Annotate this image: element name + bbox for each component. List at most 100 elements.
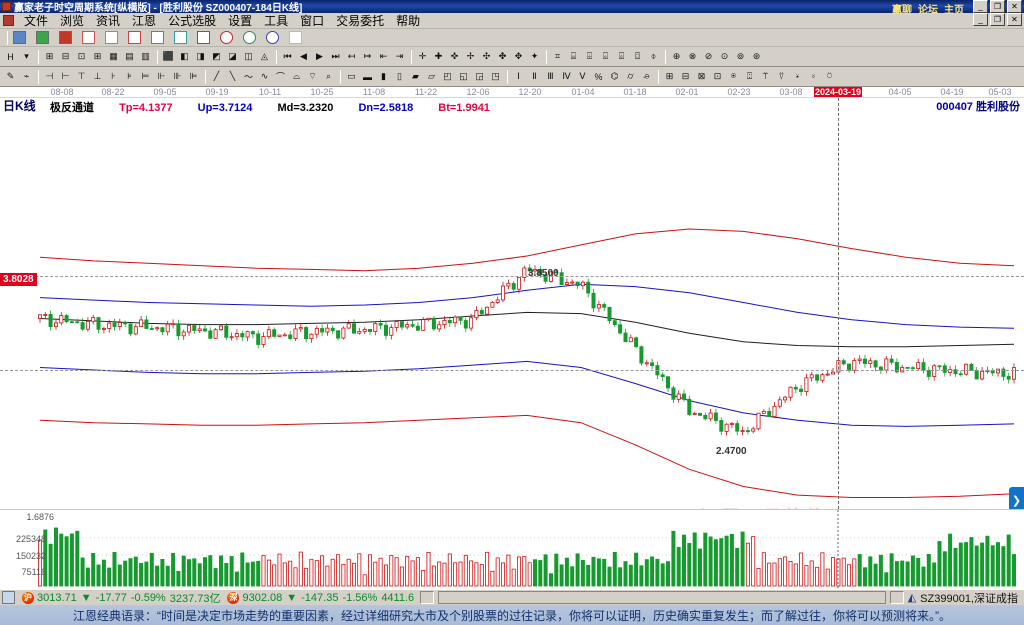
draw2-btn-1-4[interactable]: ⊦	[106, 69, 121, 84]
draw2-btn-4-5[interactable]: %	[591, 69, 606, 84]
toolbar-button-quotes[interactable]	[11, 31, 34, 44]
draw1-btn-3-7[interactable]: ⇥	[392, 49, 407, 64]
draw1-btn-5-5[interactable]: ⌼	[630, 49, 645, 64]
draw1-btn-5-0[interactable]: ⌗	[550, 49, 565, 64]
draw2-btn-3-0[interactable]: ▭	[344, 69, 359, 84]
app-close-button[interactable]: ✕	[1007, 0, 1022, 13]
draw2-btn-1-8[interactable]: ⊪	[170, 69, 185, 84]
draw2-btn-2-7[interactable]: ⌕	[321, 69, 336, 84]
draw2-btn-2-6[interactable]: ⌔	[305, 69, 320, 84]
header-link-forum[interactable]: 论坛	[918, 1, 938, 16]
draw2-btn-5-7[interactable]: ⍢	[774, 69, 789, 84]
draw1-btn-3-2[interactable]: ▶	[312, 49, 327, 64]
draw2-btn-4-8[interactable]: ⌮	[639, 69, 654, 84]
draw1-btn-3-6[interactable]: ⇤	[376, 49, 391, 64]
draw2-btn-4-3[interactable]: Ⅳ	[559, 69, 574, 84]
toolbar-button-9p-square[interactable]	[103, 31, 126, 44]
toolbar-button-kline[interactable]	[57, 31, 80, 44]
draw1-btn-0-0[interactable]: H	[3, 49, 18, 64]
toolbar-button-t-number-table[interactable]	[195, 31, 218, 44]
header-link-home[interactable]: 主页	[944, 1, 964, 16]
scroll-right-button[interactable]	[889, 591, 904, 604]
draw2-btn-0-0[interactable]: ✎	[3, 69, 18, 84]
draw1-btn-2-1[interactable]: ◧	[177, 49, 192, 64]
draw1-btn-6-4[interactable]: ⊚	[733, 49, 748, 64]
draw1-btn-5-3[interactable]: ⌺	[598, 49, 613, 64]
draw2-btn-2-4[interactable]: ⌒	[273, 69, 288, 84]
toolbar-button-t-square[interactable]	[149, 31, 172, 44]
draw1-btn-5-2[interactable]: ⌹	[582, 49, 597, 64]
draw2-btn-4-7[interactable]: ⌭	[623, 69, 638, 84]
draw1-btn-3-1[interactable]: ◀	[296, 49, 311, 64]
draw2-btn-1-1[interactable]: ⊢	[58, 69, 73, 84]
draw2-btn-2-0[interactable]: ╱	[209, 69, 224, 84]
chart-area[interactable]: 08-08 08-22 09-05 09-19 10-11 10-25 11-08 11-22…	[0, 87, 1024, 509]
menu-item-window[interactable]: 窗口	[294, 11, 330, 30]
draw1-btn-6-5[interactable]: ⊛	[749, 49, 764, 64]
draw1-btn-4-4[interactable]: ✣	[479, 49, 494, 64]
draw2-btn-5-0[interactable]: ⊞	[662, 69, 677, 84]
draw2-btn-0-1[interactable]: ⌁	[19, 69, 34, 84]
draw1-btn-6-1[interactable]: ⊗	[685, 49, 700, 64]
draw1-btn-1-4[interactable]: ▦	[106, 49, 121, 64]
draw2-btn-3-3[interactable]: ▯	[392, 69, 407, 84]
draw1-btn-2-0[interactable]: ⬛	[161, 49, 176, 64]
draw2-btn-5-10[interactable]: ⍥	[822, 69, 837, 84]
draw2-btn-5-2[interactable]: ⊠	[694, 69, 709, 84]
draw2-btn-1-2[interactable]: ⊤	[74, 69, 89, 84]
draw1-btn-6-2[interactable]: ⊘	[701, 49, 716, 64]
minimize-button[interactable]: _	[973, 13, 988, 26]
toolbar-button-gann-wheel[interactable]	[218, 31, 241, 44]
draw1-btn-1-3[interactable]: ⊞	[90, 49, 105, 64]
draw2-btn-1-5[interactable]: ⊧	[122, 69, 137, 84]
restore-button[interactable]: ❐	[990, 13, 1005, 26]
toolbar-button-hexagon[interactable]	[264, 31, 287, 44]
grid-icon[interactable]	[2, 591, 15, 604]
close-button[interactable]: ✕	[1007, 13, 1022, 26]
toolbar-button-winner-wheel[interactable]	[241, 31, 264, 44]
draw1-btn-4-7[interactable]: ✦	[527, 49, 542, 64]
draw2-btn-5-9[interactable]: ⍤	[806, 69, 821, 84]
volume-panel[interactable]: 1.6876 225348 150232 75116	[0, 509, 1024, 589]
draw2-btn-3-8[interactable]: ◲	[472, 69, 487, 84]
draw2-btn-4-0[interactable]: Ⅰ	[511, 69, 526, 84]
draw1-btn-5-6[interactable]: ⌽	[646, 49, 661, 64]
draw2-btn-4-4[interactable]: Ⅴ	[575, 69, 590, 84]
draw2-btn-3-4[interactable]: ▰	[408, 69, 423, 84]
draw1-btn-4-0[interactable]: ✛	[415, 49, 430, 64]
toolbar-button-p-number-table[interactable]	[126, 31, 149, 44]
draw1-btn-5-1[interactable]: ⌸	[566, 49, 581, 64]
app-minimize-button[interactable]: _	[973, 0, 988, 13]
draw2-btn-1-9[interactable]: ⊫	[186, 69, 201, 84]
draw1-btn-4-2[interactable]: ✜	[447, 49, 462, 64]
draw2-btn-5-8[interactable]: ⍣	[790, 69, 805, 84]
draw2-btn-3-5[interactable]: ▱	[424, 69, 439, 84]
draw1-btn-0-1[interactable]: ▾	[19, 49, 34, 64]
draw2-btn-1-6[interactable]: ⊨	[138, 69, 153, 84]
draw2-btn-5-3[interactable]: ⊡	[710, 69, 725, 84]
draw1-btn-1-1[interactable]: ⊟	[58, 49, 73, 64]
draw2-btn-5-4[interactable]: ⍟	[726, 69, 741, 84]
status-scrollbar[interactable]	[438, 591, 886, 604]
draw1-btn-3-0[interactable]: ⏮	[280, 49, 295, 64]
draw2-btn-4-2[interactable]: Ⅲ	[543, 69, 558, 84]
draw2-btn-3-2[interactable]: ▮	[376, 69, 391, 84]
draw1-btn-1-2[interactable]: ⊡	[74, 49, 89, 64]
draw1-btn-4-5[interactable]: ✤	[495, 49, 510, 64]
draw1-btn-4-6[interactable]: ✥	[511, 49, 526, 64]
draw2-btn-2-1[interactable]: ╲	[225, 69, 240, 84]
menu-item-news[interactable]: 资讯	[90, 11, 126, 30]
toolbar-button-p-square[interactable]	[80, 31, 103, 44]
draw2-btn-3-6[interactable]: ◰	[440, 69, 455, 84]
draw2-btn-3-1[interactable]: ▬	[360, 69, 375, 84]
menu-item-help[interactable]: 帮助	[390, 11, 426, 30]
menu-item-settings[interactable]: 设置	[222, 11, 258, 30]
menu-item-gann[interactable]: 江恩	[126, 11, 162, 30]
draw2-btn-5-6[interactable]: ⍡	[758, 69, 773, 84]
draw1-btn-3-5[interactable]: ↦	[360, 49, 375, 64]
draw1-btn-2-6[interactable]: ◬	[257, 49, 272, 64]
draw1-btn-1-5[interactable]: ▤	[122, 49, 137, 64]
draw1-btn-3-3[interactable]: ⏭	[328, 49, 343, 64]
toolbar-button-9t-square[interactable]	[172, 31, 195, 44]
draw1-btn-6-0[interactable]: ⊕	[669, 49, 684, 64]
